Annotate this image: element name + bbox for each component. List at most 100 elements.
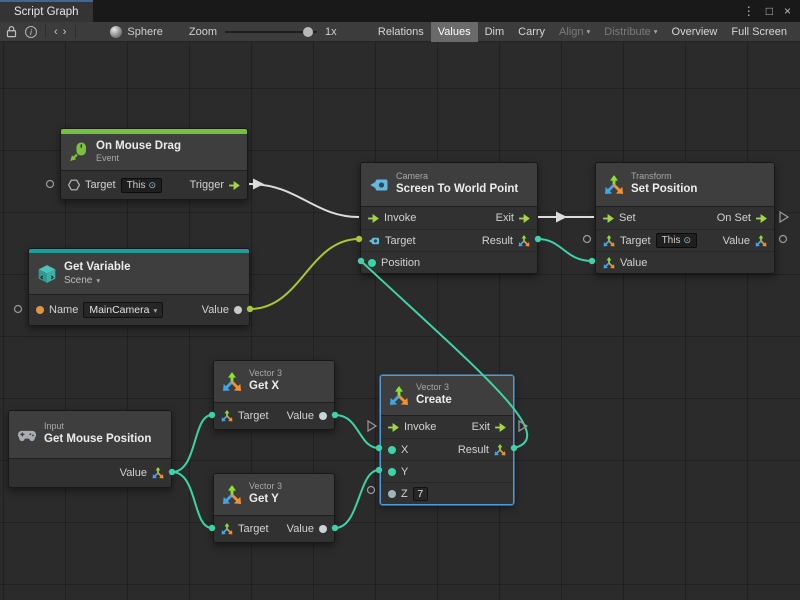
this-chip[interactable]: This ⊙ — [121, 178, 162, 193]
port-trigger[interactable]: Trigger — [190, 179, 240, 191]
vector3-icon — [494, 444, 506, 456]
node-get-variable[interactable]: Get Variable Scene ▾ Name MainCamera ▾ — [28, 248, 250, 326]
port-on-set[interactable]: On Set — [717, 212, 767, 224]
node-category: Vector 3 — [416, 383, 452, 393]
vector3-icon — [389, 386, 409, 406]
zoom-slider-handle[interactable] — [303, 27, 313, 37]
node-set-position[interactable]: Transform Set Position Set On Set Tar — [595, 162, 775, 274]
control-arrow-icon — [388, 423, 399, 432]
node-vector3-create[interactable]: Vector 3 Create Invoke Exit X — [380, 375, 514, 505]
port-label: Y — [401, 466, 408, 478]
graph-object[interactable]: Sphere — [110, 26, 162, 38]
connected-port-dot — [388, 446, 396, 454]
vector3-icon — [152, 467, 164, 479]
node-category: Camera — [396, 172, 518, 182]
port-label: Value — [723, 235, 750, 247]
port-z[interactable]: Z — [388, 488, 408, 500]
port-result[interactable]: Result — [482, 235, 530, 247]
relations-button[interactable]: Relations — [371, 22, 431, 42]
node-on-mouse-drag[interactable]: On Mouse Drag Event Target This ⊙ Trigge… — [60, 128, 248, 200]
node-title: Get Mouse Position — [44, 433, 151, 446]
vector3-icon — [221, 523, 233, 535]
port-label: Z — [401, 488, 408, 500]
align-button[interactable]: Align ▾ — [552, 22, 597, 42]
port-label: On Set — [717, 212, 751, 224]
chip-label: This — [127, 180, 146, 191]
carry-button[interactable]: Carry — [511, 22, 552, 42]
graph-canvas[interactable]: On Mouse Drag Event Target This ⊙ Trigge… — [0, 42, 800, 600]
variable-icon — [37, 264, 57, 284]
zoom-slider[interactable] — [225, 27, 317, 37]
port-exit[interactable]: Exit — [472, 421, 506, 433]
port-label: Position — [381, 257, 420, 269]
mouse-drag-icon — [69, 142, 89, 162]
port-result[interactable]: Result — [458, 444, 506, 456]
graph-toolbar: i ‹ › Sphere Zoom 1x Relations Values Di… — [0, 22, 800, 42]
tab-bar: Script Graph ⋮ □ × — [0, 0, 800, 22]
port-x[interactable]: X — [388, 444, 408, 456]
port-label: Invoke — [384, 212, 416, 224]
port-target[interactable]: Target — [221, 410, 269, 422]
chevron-down-icon: ▾ — [153, 306, 157, 315]
tab-script-graph[interactable]: Script Graph — [0, 0, 93, 22]
port-row: Invoke Exit — [361, 207, 537, 229]
port-value-output[interactable]: Value — [120, 467, 164, 479]
port-target[interactable]: Target — [68, 179, 116, 191]
node-screen-to-world-point[interactable]: Camera Screen To World Point Invoke Exit — [360, 162, 538, 274]
port-value-input[interactable]: Value — [603, 257, 647, 269]
this-chip[interactable]: This ⊙ — [656, 233, 697, 248]
fullscreen-button[interactable]: Full Screen — [724, 22, 794, 42]
hexagon-icon — [68, 179, 80, 191]
node-title: Get Y — [249, 493, 282, 506]
maximize-icon[interactable]: □ — [766, 4, 773, 18]
port-label: Target — [385, 235, 416, 247]
info-icon[interactable]: i — [25, 26, 37, 38]
port-set[interactable]: Set — [603, 212, 636, 224]
port-value-output[interactable]: Value — [202, 304, 242, 316]
node-get-mouse-position[interactable]: Input Get Mouse Position Value — [8, 410, 172, 488]
control-arrow-icon — [603, 214, 614, 223]
dim-button[interactable]: Dim — [478, 22, 512, 42]
node-get-x[interactable]: Vector 3 Get X Target Value — [213, 360, 335, 430]
node-header: Get Variable Scene ▾ — [29, 253, 249, 295]
port-label: Invoke — [404, 421, 436, 433]
port-y[interactable]: Y — [388, 466, 408, 478]
values-button[interactable]: Values — [431, 22, 478, 42]
transform-type-icon — [603, 235, 615, 247]
variable-scope-dropdown[interactable]: Scene ▾ — [64, 275, 130, 286]
toolbar-buttons: Relations Values Dim Carry Align ▾ Distr… — [371, 22, 794, 41]
port-label: Name — [49, 304, 78, 316]
node-get-y[interactable]: Vector 3 Get Y Target Value — [213, 473, 335, 543]
port-value-output[interactable]: Value — [723, 235, 767, 247]
variable-name-field[interactable]: MainCamera ▾ — [83, 302, 163, 318]
port-position[interactable]: Position — [368, 257, 420, 269]
vector3-icon — [221, 410, 233, 422]
node-title: Create — [416, 394, 452, 407]
kebab-menu-icon[interactable]: ⋮ — [743, 4, 755, 18]
overview-button[interactable]: Overview — [665, 22, 725, 42]
port-invoke[interactable]: Invoke — [368, 212, 416, 224]
port-name[interactable]: Name — [36, 304, 78, 316]
lock-icon[interactable] — [6, 25, 17, 38]
port-label: Result — [482, 235, 513, 247]
z-value-field[interactable]: 7 — [413, 487, 428, 501]
port-value-output[interactable]: Value — [287, 410, 327, 422]
close-icon[interactable]: × — [784, 4, 791, 18]
port-target[interactable]: Target — [368, 235, 416, 247]
port-target[interactable]: Target — [221, 523, 269, 535]
port-target[interactable]: Target — [603, 235, 651, 247]
distribute-button[interactable]: Distribute ▾ — [597, 22, 664, 42]
vector3-icon — [603, 257, 615, 269]
node-header: Camera Screen To World Point — [361, 163, 537, 207]
port-label: Target — [238, 410, 269, 422]
port-invoke[interactable]: Invoke — [388, 421, 436, 433]
target-self-icon: ⊙ — [148, 180, 156, 191]
node-header: Input Get Mouse Position — [9, 411, 171, 459]
control-arrow-icon — [519, 214, 530, 223]
port-exit[interactable]: Exit — [496, 212, 530, 224]
gamepad-icon — [17, 425, 37, 445]
vector3-icon — [222, 372, 242, 392]
code-view-icon[interactable]: ‹ › — [54, 26, 67, 38]
port-label: Target — [85, 179, 116, 191]
port-value-output[interactable]: Value — [287, 523, 327, 535]
